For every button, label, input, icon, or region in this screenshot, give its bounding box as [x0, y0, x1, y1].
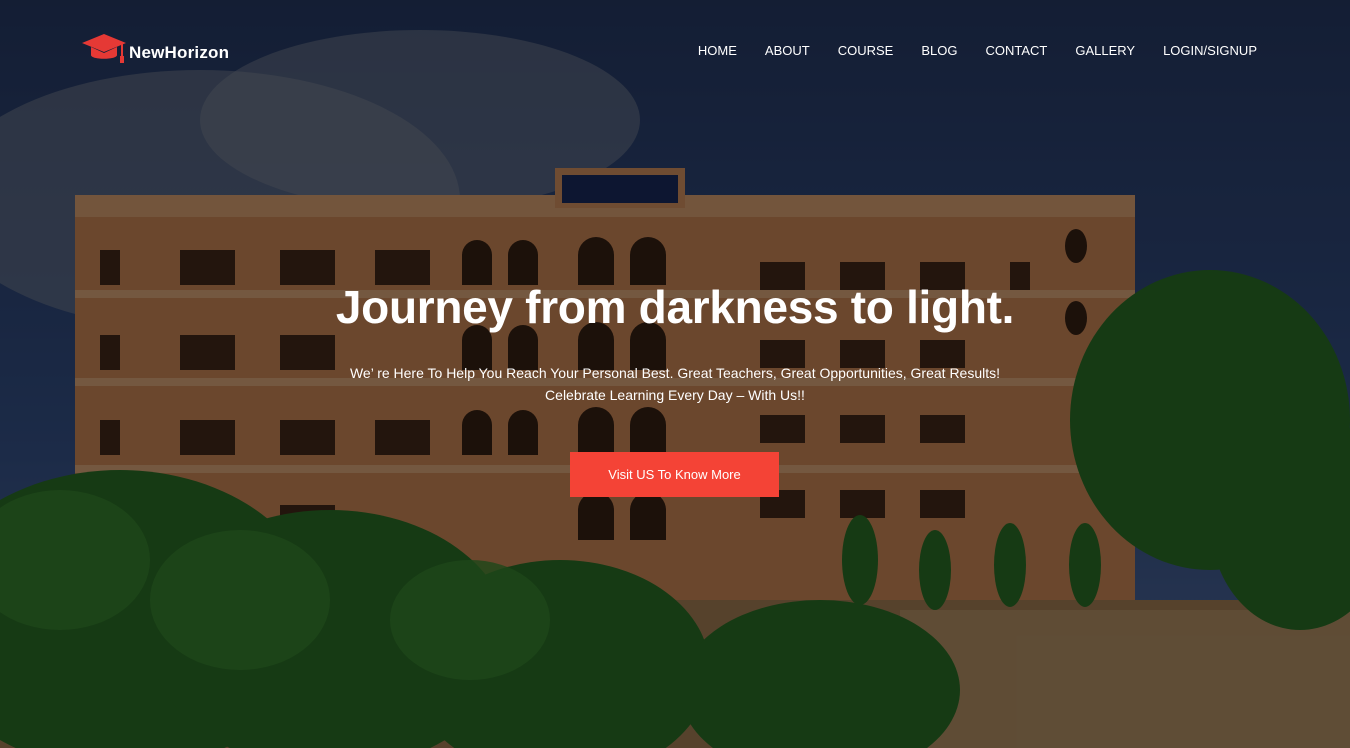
hero-section: NewHorizon HOME ABOUT COURSE BLOG CONTAC… [0, 0, 1350, 748]
nav-login-signup[interactable]: LOGIN/SIGNUP [1163, 42, 1257, 60]
nav-blog[interactable]: BLOG [921, 42, 957, 60]
hero-subtitle-line-2: Celebrate Learning Every Day – With Us!! [545, 387, 805, 403]
nav-course[interactable]: COURSE [838, 42, 894, 60]
nav-home[interactable]: HOME [698, 42, 737, 60]
main-menu: HOME ABOUT COURSE BLOG CONTACT GALLERY L… [670, 42, 1257, 60]
nav-gallery[interactable]: GALLERY [1075, 42, 1135, 60]
navbar: NewHorizon HOME ABOUT COURSE BLOG CONTAC… [0, 0, 1350, 100]
hero-content: Journey from darkness to light. We’ re H… [0, 270, 1350, 406]
brand-name: NewHorizon [129, 42, 230, 62]
nav-contact[interactable]: CONTACT [985, 42, 1047, 60]
visit-us-button[interactable]: Visit US To Know More [570, 452, 779, 497]
nav-about[interactable]: ABOUT [765, 42, 810, 60]
brand-logo[interactable]: NewHorizon [81, 30, 229, 75]
hero-subtitle-line-1: We’ re Here To Help You Reach Your Perso… [349, 365, 1001, 381]
hero-subtitle: We’ re Here To Help You Reach Your Perso… [0, 362, 1350, 406]
hero-title: Journey from darkness to light. [335, 281, 1015, 333]
graduation-cap-icon [81, 30, 127, 75]
